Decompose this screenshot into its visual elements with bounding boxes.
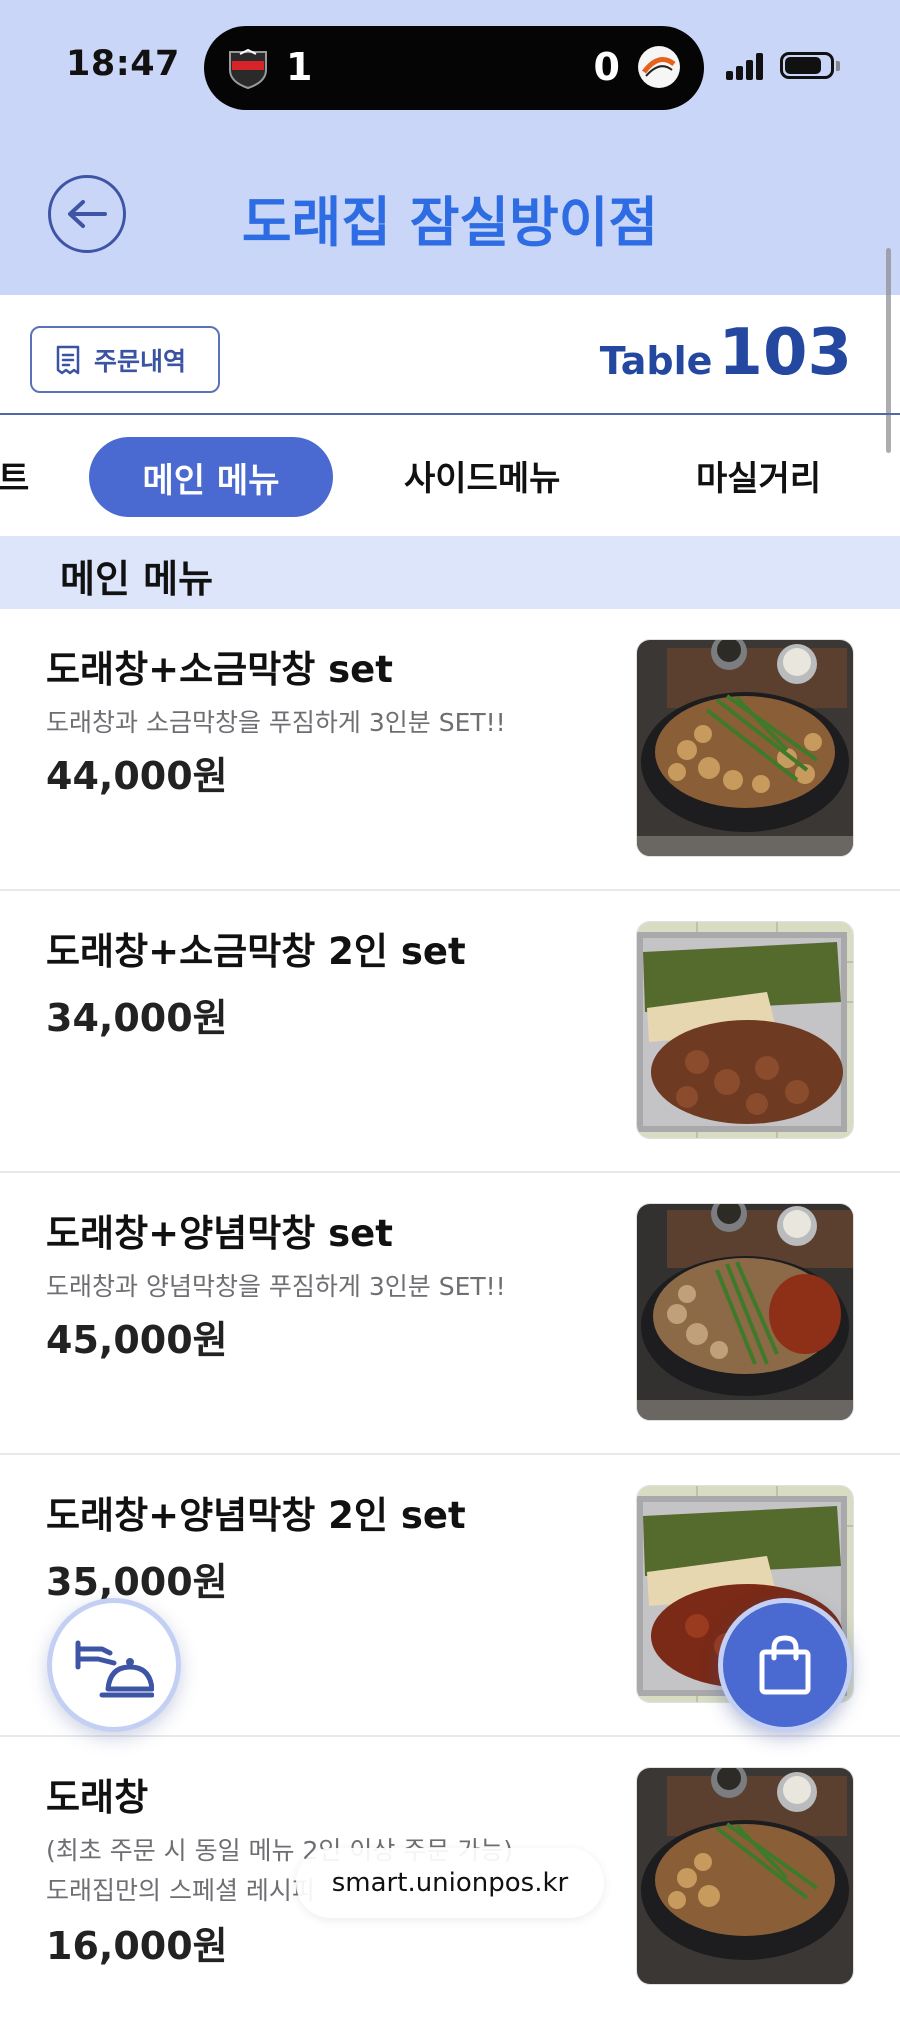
- menu-item-name: 도래창+양념막창 set: [46, 1212, 393, 1255]
- category-tabs: 트 메인 메뉴 사이드메뉴 마실거리: [0, 415, 900, 536]
- score-left: 1: [286, 45, 313, 89]
- menu-item-name: 도래창+양념막창 2인 set: [46, 1494, 466, 1537]
- table-number: Table103: [600, 316, 852, 390]
- menu-item-description: 도래창과 양념막창을 푸짐하게 3인분 SET!!: [46, 1272, 506, 1301]
- table-prefix: Table: [599, 339, 713, 383]
- menu-item-price: 35,000원: [46, 1560, 228, 1604]
- shopping-bag-icon: [759, 1635, 811, 1695]
- menu-item-image: [636, 921, 854, 1139]
- menu-item-name: 도래창+소금막창 2인 set: [46, 930, 466, 973]
- menu-item-image: [636, 639, 854, 857]
- serving-bell-icon: [75, 1640, 154, 1698]
- menu-item-description: 도래창과 소금막창을 푸짐하게 3인분 SET!!: [46, 708, 506, 737]
- menu-item[interactable]: 도래창+양념막창 set 도래창과 양념막창을 푸짐하게 3인분 SET!! 4…: [0, 1173, 900, 1455]
- menu-item-price: 45,000원: [46, 1318, 228, 1362]
- receipt-icon: [56, 345, 80, 374]
- browser-url-bar[interactable]: smart.unionpos.kr: [296, 1848, 604, 1918]
- team-logo-right-icon: [638, 46, 680, 88]
- tab-partial[interactable]: 트: [0, 415, 29, 536]
- cart-button[interactable]: [718, 1598, 852, 1732]
- tab-main-menu[interactable]: 메인 메뉴: [89, 437, 333, 517]
- menu-item-image: [636, 1203, 854, 1421]
- call-staff-button[interactable]: [47, 1598, 181, 1732]
- menu-item[interactable]: 도래창+소금막창 2인 set 34,000원: [0, 891, 900, 1173]
- team-logo-left-icon: [229, 48, 267, 90]
- page-title: 도래집 잠실방이점: [241, 191, 659, 254]
- menu-item-image: [636, 1767, 854, 1985]
- tab-side-menu[interactable]: 사이드메뉴: [404, 415, 560, 536]
- menu-item-price: 44,000원: [46, 754, 228, 798]
- score-right: 0: [593, 45, 620, 89]
- menu-item-name: 도래창+소금막창 set: [46, 648, 393, 691]
- menu-item-description-2: 도래집만의 스페셜 레시피: [46, 1876, 315, 1905]
- menu-item-price: 34,000원: [46, 996, 228, 1040]
- battery-icon: [780, 52, 834, 79]
- signal-icon: [726, 52, 766, 80]
- menu-item[interactable]: 도래창+소금막창 set 도래창과 소금막창을 푸짐하게 3인분 SET!! 4…: [0, 609, 900, 891]
- table-number-value: 103: [718, 316, 852, 390]
- header-area: 18:47 1 0 도래집 잠실방이점: [0, 0, 900, 295]
- order-history-button[interactable]: 주문내역: [30, 326, 220, 393]
- order-history-label: 주문내역: [94, 346, 187, 376]
- section-title: 메인 메뉴: [60, 557, 214, 601]
- url-text: smart.unionpos.kr: [331, 1868, 569, 1898]
- menu-item-price: 16,000원: [46, 1924, 228, 1968]
- menu-item-name: 도래창: [46, 1776, 149, 1819]
- section-header: 메인 메뉴: [0, 536, 900, 609]
- live-activity-score: 1 0: [204, 26, 704, 110]
- tab-drinks[interactable]: 마실거리: [696, 415, 821, 536]
- status-time: 18:47: [66, 44, 180, 84]
